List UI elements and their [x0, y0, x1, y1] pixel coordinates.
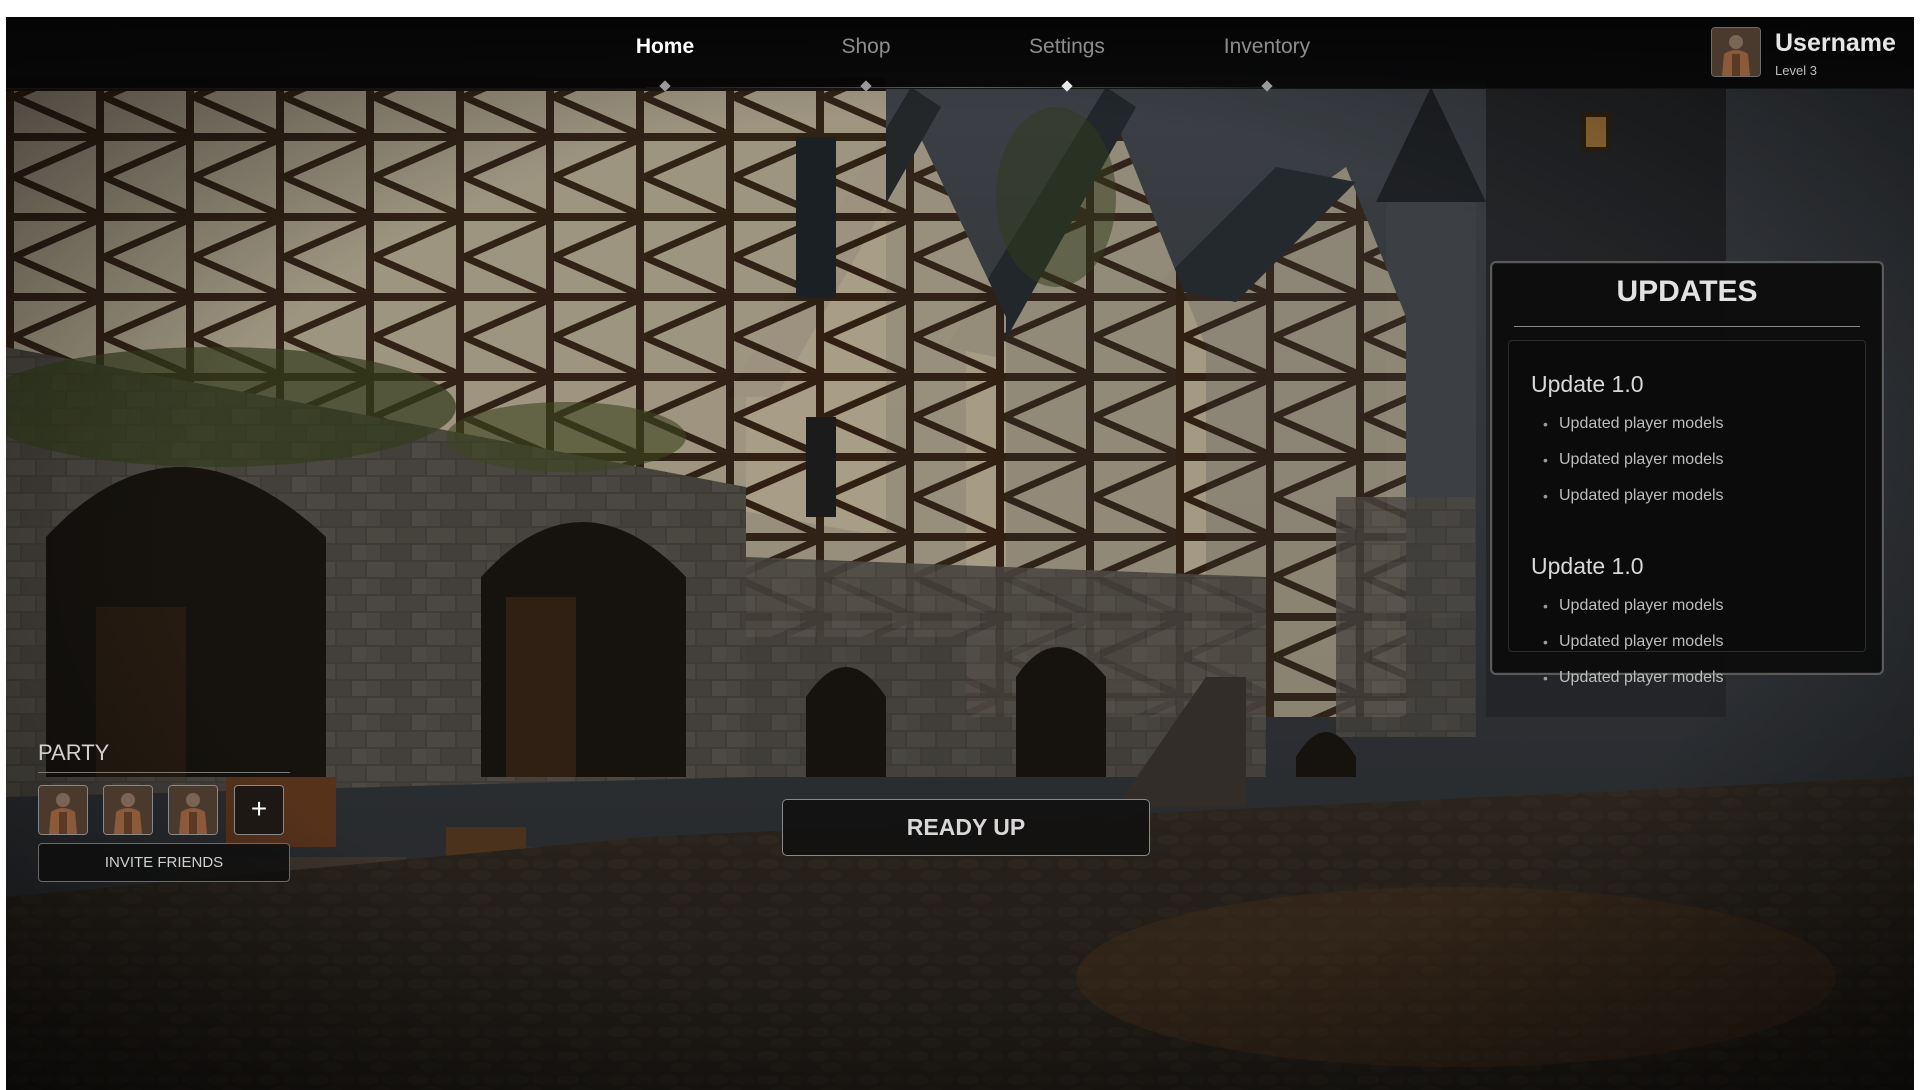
- bullet-icon: •: [1543, 670, 1548, 686]
- update-note: • Updated player models: [1531, 632, 1851, 668]
- party-member-slot-2[interactable]: [103, 785, 153, 835]
- add-party-member-button[interactable]: +: [234, 785, 284, 835]
- warrior-portrait-icon: [39, 786, 87, 834]
- player-avatar[interactable]: [1711, 27, 1761, 77]
- update-note-text: Updated player models: [1559, 415, 1724, 432]
- update-note-text: Updated player models: [1559, 451, 1724, 468]
- nav-tab-shop[interactable]: Shop: [766, 35, 966, 59]
- update-entry: Update 1.0 • Updated player models • Updat…: [1531, 553, 1851, 704]
- nav-tab-settings[interactable]: Settings: [967, 35, 1167, 59]
- warrior-portrait-icon: [169, 786, 217, 834]
- party-member-slot-3[interactable]: [168, 785, 218, 835]
- main-nav: Home Shop Settings Inventory: [6, 17, 1914, 92]
- player-level: Level 3: [1775, 63, 1817, 78]
- party-section: PARTY + INVITE FRIENDS: [38, 740, 298, 882]
- update-note: • Updated player models: [1531, 450, 1851, 486]
- nav-underline: [646, 87, 1276, 88]
- ready-up-button[interactable]: READY UP: [782, 799, 1150, 856]
- party-divider: [38, 772, 290, 773]
- bullet-icon: •: [1543, 488, 1548, 504]
- party-member-slot-1[interactable]: [38, 785, 88, 835]
- update-entry: Update 1.0 • Updated player models • Updat…: [1531, 371, 1851, 522]
- invite-friends-button[interactable]: INVITE FRIENDS: [38, 843, 290, 882]
- bullet-icon: •: [1543, 452, 1548, 468]
- update-note-text: Updated player models: [1559, 669, 1724, 686]
- nav-tab-home[interactable]: Home: [565, 35, 765, 59]
- updates-divider: [1514, 326, 1860, 327]
- update-note-text: Updated player models: [1559, 597, 1724, 614]
- update-heading: Update 1.0: [1531, 553, 1644, 579]
- update-note: • Updated player models: [1531, 668, 1851, 704]
- update-note-text: Updated player models: [1559, 633, 1724, 650]
- update-note-text: Updated player models: [1559, 487, 1724, 504]
- update-note: • Updated player models: [1531, 486, 1851, 522]
- updates-panel: UPDATES Update 1.0 • Updated player model…: [1490, 261, 1884, 686]
- nav-tab-inventory[interactable]: Inventory: [1167, 35, 1367, 59]
- update-heading: Update 1.0: [1531, 371, 1644, 397]
- bullet-icon: •: [1543, 634, 1548, 650]
- player-username: Username: [1775, 29, 1896, 57]
- updates-list[interactable]: Update 1.0 • Updated player models • Updat…: [1508, 340, 1866, 686]
- top-nav-bar: Home Shop Settings Inventory Username Le…: [6, 17, 1914, 92]
- warrior-portrait-icon: [1712, 28, 1760, 76]
- update-note: • Updated player models: [1531, 596, 1851, 632]
- bullet-icon: •: [1543, 598, 1548, 614]
- update-note: • Updated player models: [1531, 414, 1851, 450]
- game-screen: Home Shop Settings Inventory Username Le…: [6, 17, 1914, 1090]
- player-profile[interactable]: Username Level 3: [1711, 25, 1911, 81]
- party-title: PARTY: [38, 740, 110, 765]
- updates-title: UPDATES: [1616, 275, 1758, 308]
- warrior-portrait-icon: [104, 786, 152, 834]
- bullet-icon: •: [1543, 416, 1548, 432]
